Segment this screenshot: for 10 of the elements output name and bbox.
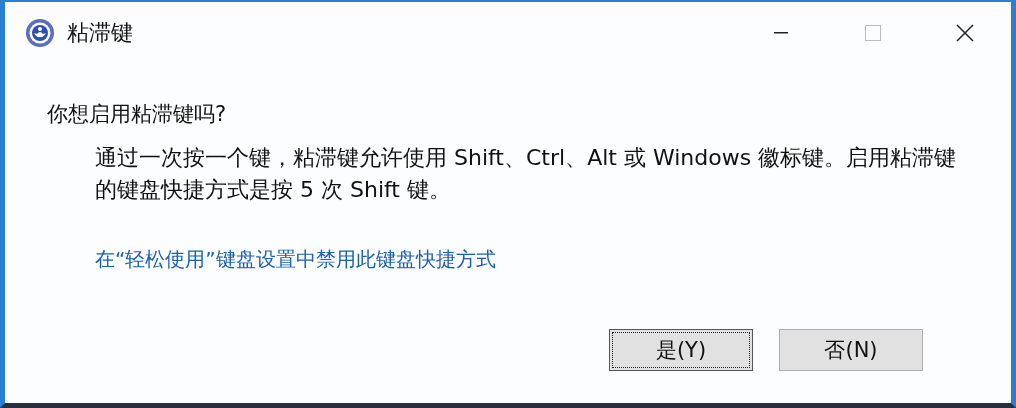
maximize-icon [865, 25, 881, 41]
yes-button[interactable]: 是(Y) [609, 329, 753, 371]
accessibility-icon [25, 18, 55, 48]
settings-link[interactable]: 在“轻松使用”键盘设置中禁用此键盘快捷方式 [95, 246, 496, 273]
description-text: 通过一次按一个键，粘滞键允许使用 Shift、Ctrl、Alt 或 Windows 徽标键。启用粘滞键的键盘快捷方式是按 5 次 Shift 键。 [95, 144, 958, 204]
close-icon [956, 24, 974, 42]
no-button[interactable]: 否(N) [779, 329, 923, 371]
minimize-icon [774, 32, 788, 34]
window-title: 粘滞键 [67, 19, 134, 47]
question-text: 你想启用粘滞键吗? [47, 101, 228, 128]
